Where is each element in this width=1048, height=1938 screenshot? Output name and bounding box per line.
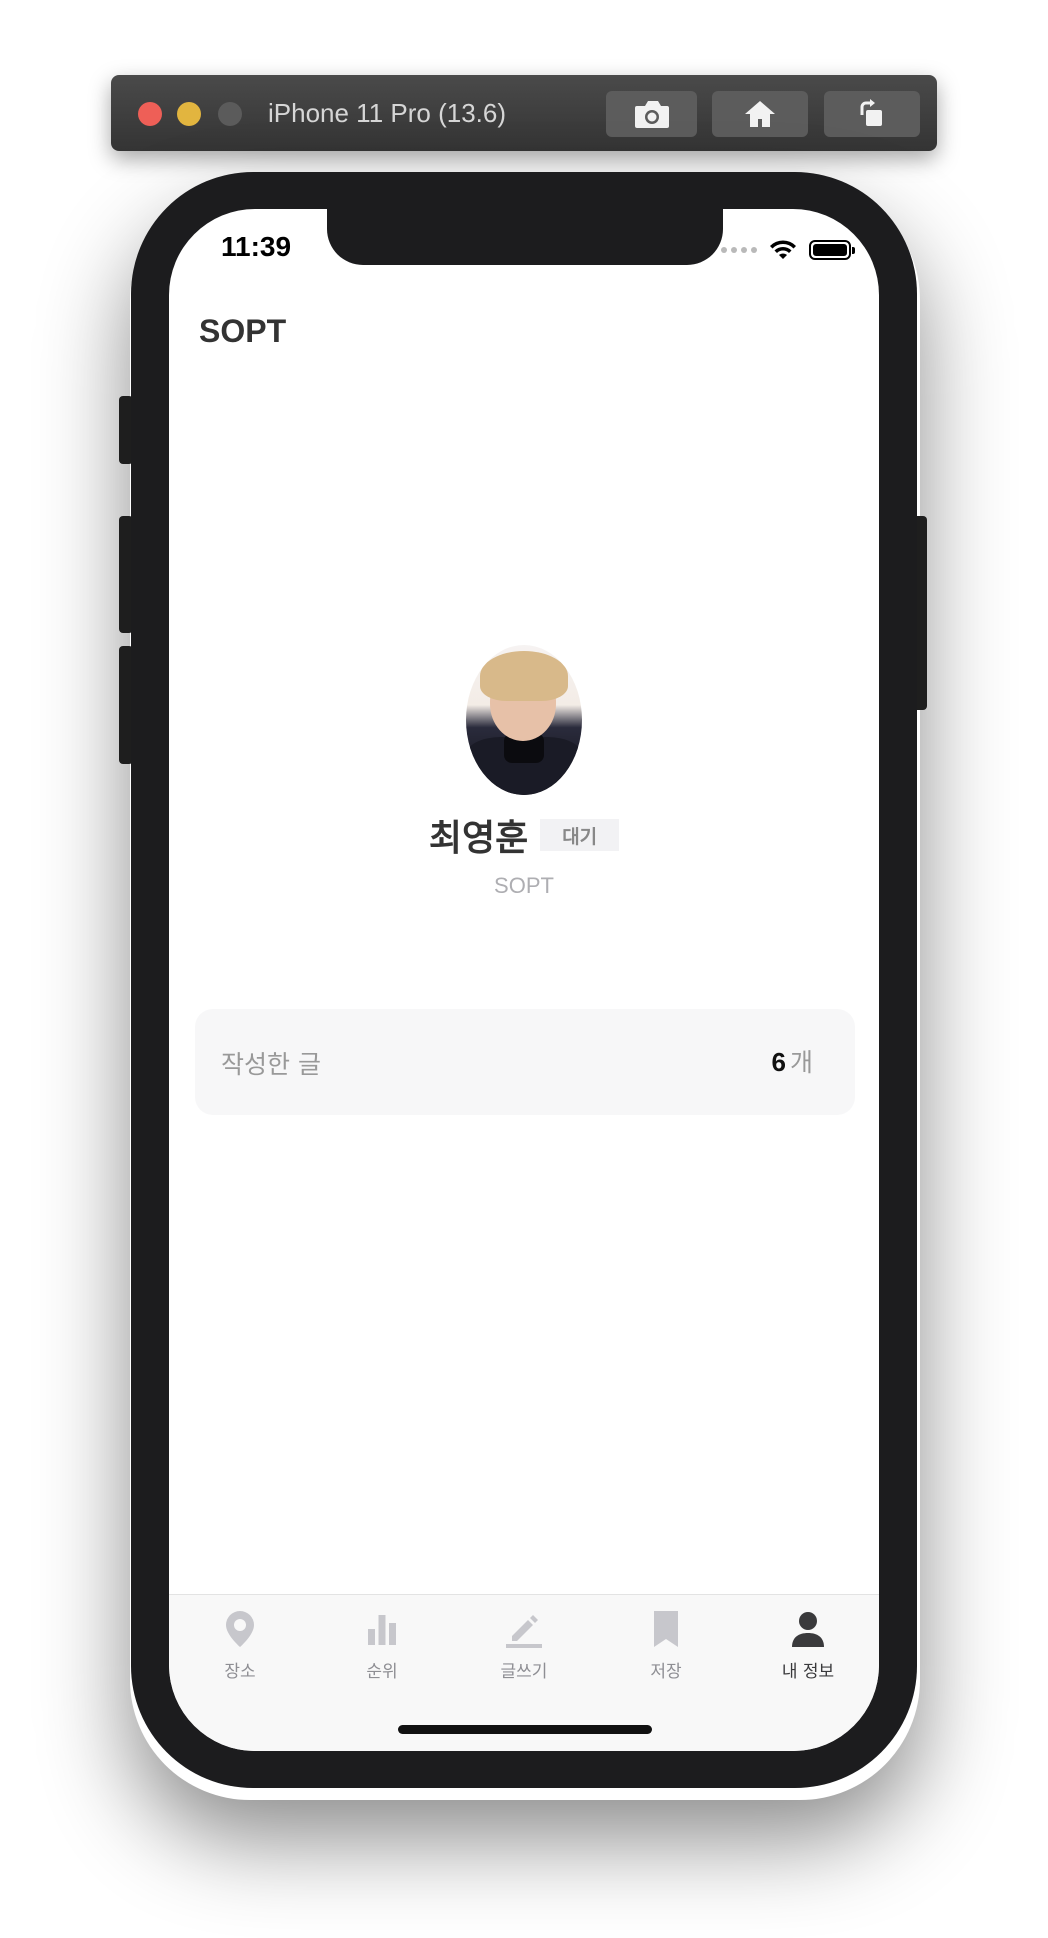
home-button[interactable] (712, 91, 808, 137)
pencil-icon (506, 1615, 542, 1648)
minimize-window-button[interactable] (177, 102, 201, 126)
battery-icon (809, 240, 855, 260)
tab-label: 글쓰기 (500, 1662, 548, 1682)
phone-screen: 11:39 SOPT 최영훈 대기 SOPT 작성한 글 6 개 장소 순위 글… (169, 209, 879, 1751)
phone-frame: 11:39 SOPT 최영훈 대기 SOPT 작성한 글 6 개 장소 순위 글… (131, 172, 917, 1788)
notch (327, 209, 723, 265)
close-window-button[interactable] (138, 102, 162, 126)
count-number: 6 (771, 1047, 786, 1077)
home-indicator[interactable] (398, 1725, 652, 1734)
tab-saved[interactable]: 저장 (595, 1609, 737, 1682)
rotate-button[interactable] (824, 91, 920, 137)
status-icons (721, 239, 855, 261)
profile-organization: SOPT (494, 873, 554, 898)
written-posts-label: 작성한 글 (221, 1050, 321, 1079)
tab-places[interactable]: 장소 (169, 1609, 311, 1682)
location-pin-icon (226, 1611, 254, 1647)
tab-write[interactable]: 글쓰기 (453, 1609, 595, 1682)
status-time: 11:39 (221, 231, 292, 262)
screenshot-icon (634, 101, 669, 128)
wifi-icon (770, 240, 796, 259)
simulator-title: iPhone 11 Pro (13.6) (268, 98, 506, 128)
tab-label: 내 정보 (781, 1662, 835, 1682)
home-icon (745, 101, 775, 127)
tab-label: 장소 (224, 1662, 256, 1682)
profile-avatar[interactable] (466, 645, 582, 795)
status-badge: 대기 (540, 819, 620, 851)
signal-dots-icon (721, 247, 757, 253)
count-unit: 개 (789, 1048, 813, 1077)
written-posts-count: 6 개 (772, 1043, 813, 1079)
screenshot-button[interactable] (606, 91, 697, 137)
written-posts-card[interactable]: 작성한 글 6 개 (195, 1009, 855, 1115)
bookmark-icon (654, 1611, 678, 1647)
rotate-icon (860, 99, 882, 126)
zoom-window-button[interactable] (218, 102, 242, 126)
nav-title: SOPT (199, 313, 287, 349)
bar-chart-icon (368, 1615, 396, 1645)
tab-label: 순위 (366, 1662, 398, 1682)
tab-my-info[interactable]: 내 정보 (737, 1609, 879, 1682)
person-icon (792, 1612, 824, 1647)
profile-name: 최영훈 (428, 818, 529, 859)
simulator-title-bar: iPhone 11 Pro (13.6) (111, 75, 937, 151)
tab-label: 저장 (650, 1662, 682, 1682)
profile-name-row: 최영훈 대기 (169, 809, 879, 861)
tab-ranking[interactable]: 순위 (311, 1609, 453, 1682)
